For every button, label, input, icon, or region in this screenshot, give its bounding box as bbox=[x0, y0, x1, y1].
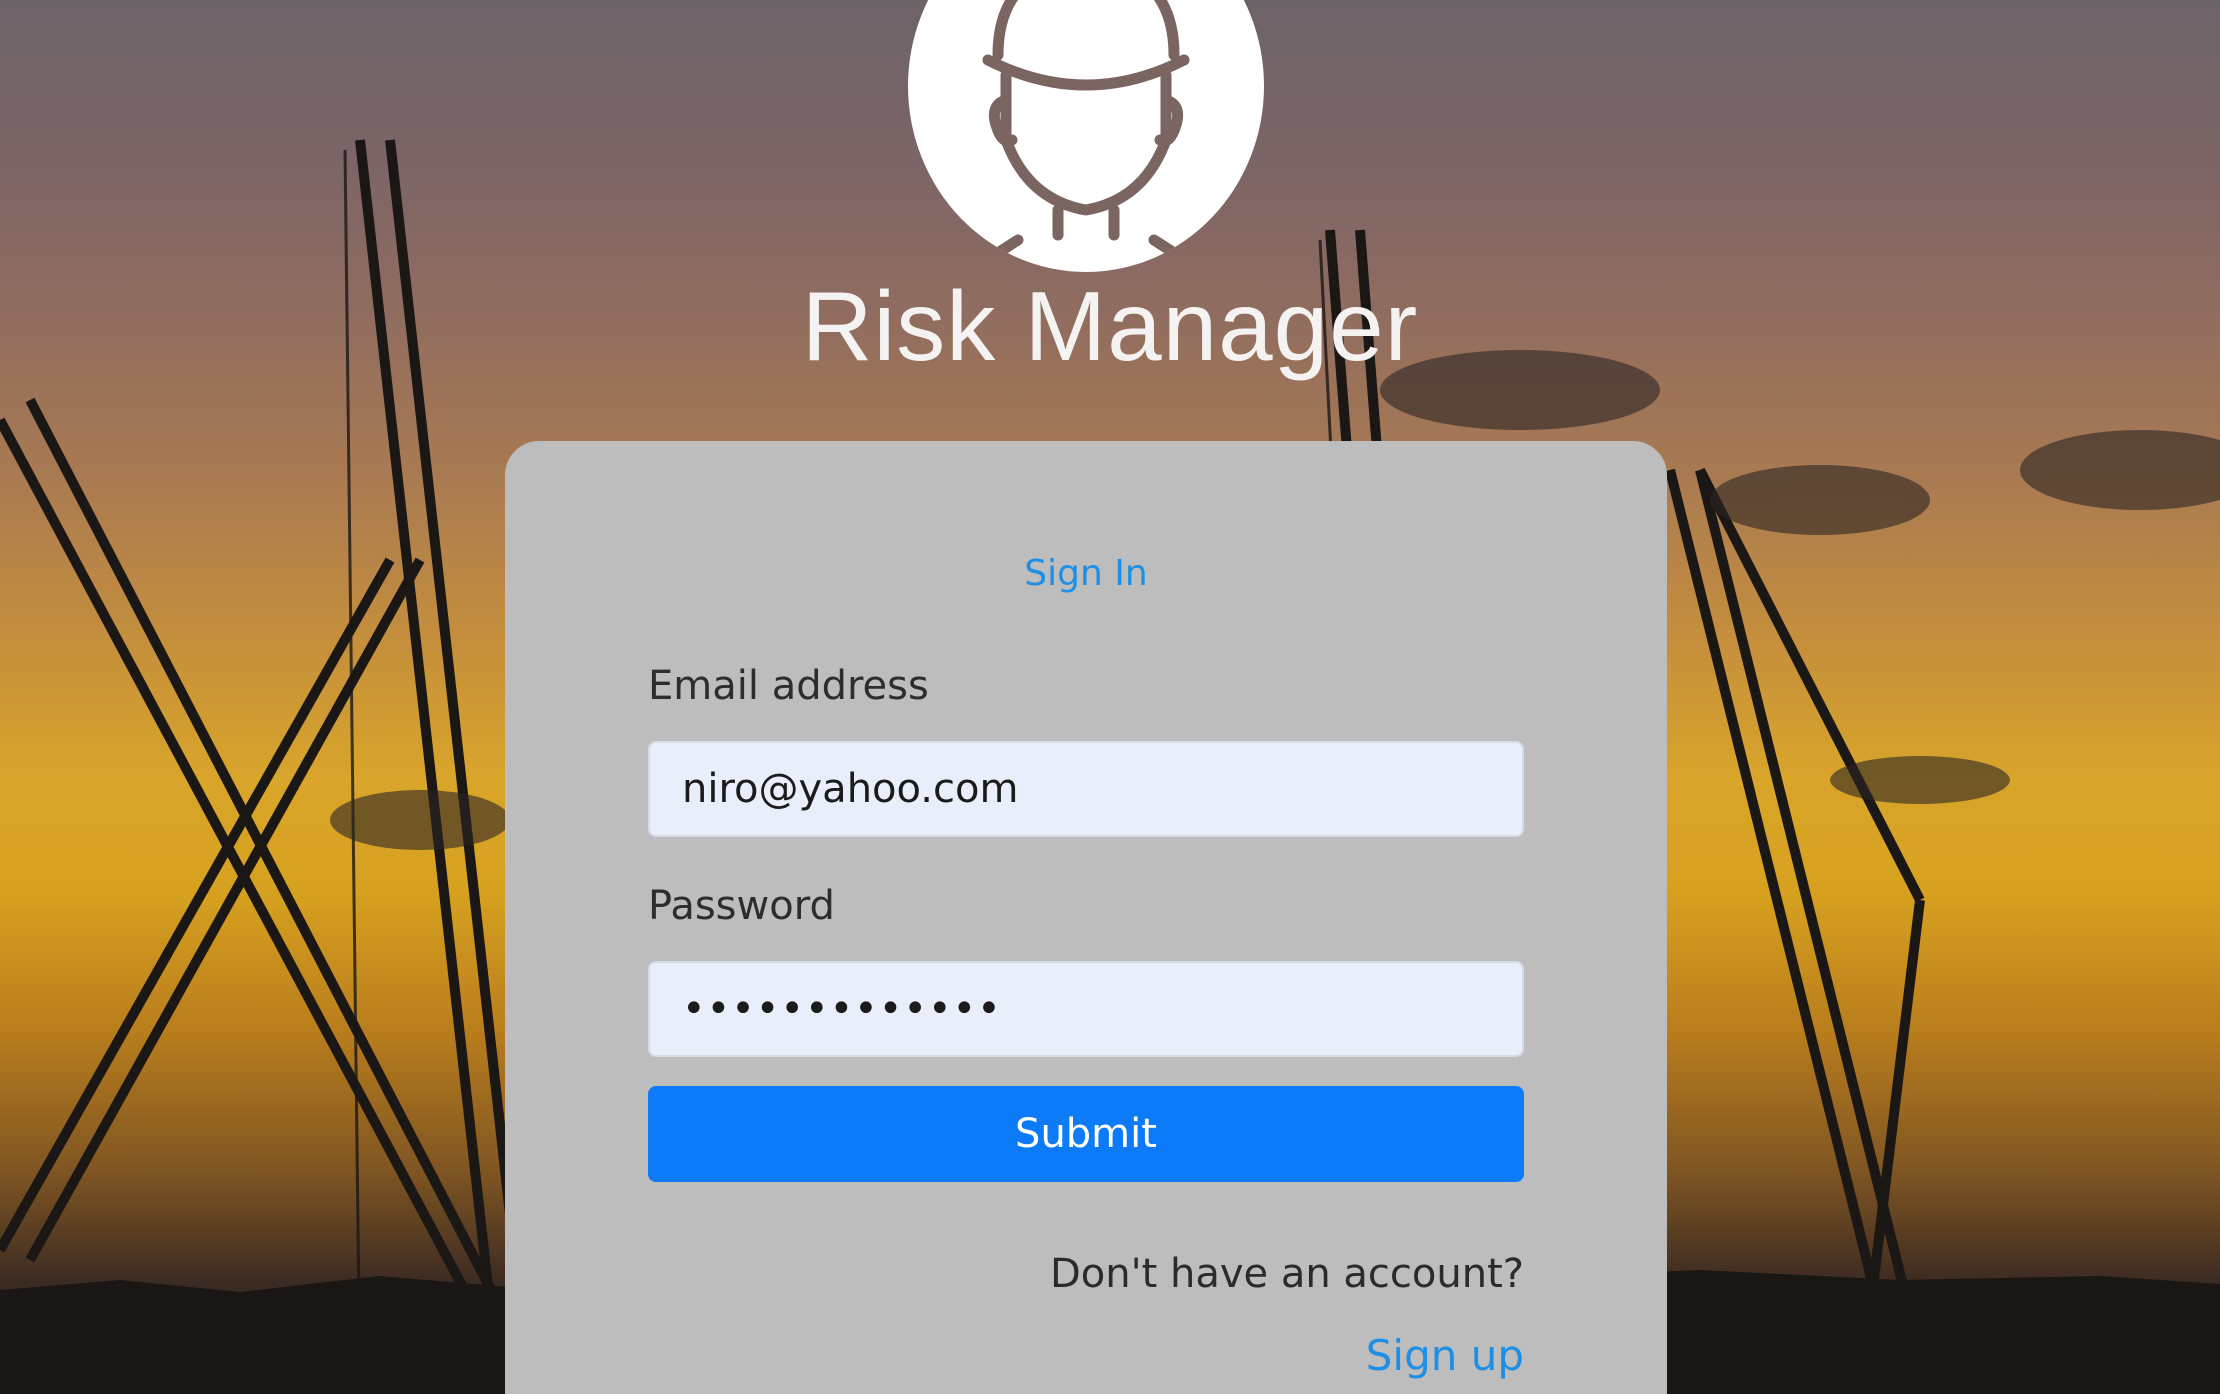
sign-in-title: Sign In bbox=[1024, 553, 1148, 594]
sign-in-card: Sign In Email address niro@yahoo.com Pas… bbox=[505, 441, 1667, 1394]
submit-button[interactable]: Submit bbox=[648, 1086, 1524, 1182]
password-label: Password bbox=[648, 883, 835, 929]
no-account-text: Don't have an account? bbox=[1049, 1251, 1524, 1297]
sign-up-link[interactable]: Sign up bbox=[1366, 1331, 1524, 1380]
app-title: Risk Manager bbox=[801, 271, 1419, 381]
email-field[interactable]: niro@yahoo.com bbox=[648, 741, 1524, 837]
password-field[interactable]: ••••••••••••• bbox=[648, 961, 1524, 1057]
email-label: Email address bbox=[648, 663, 929, 709]
